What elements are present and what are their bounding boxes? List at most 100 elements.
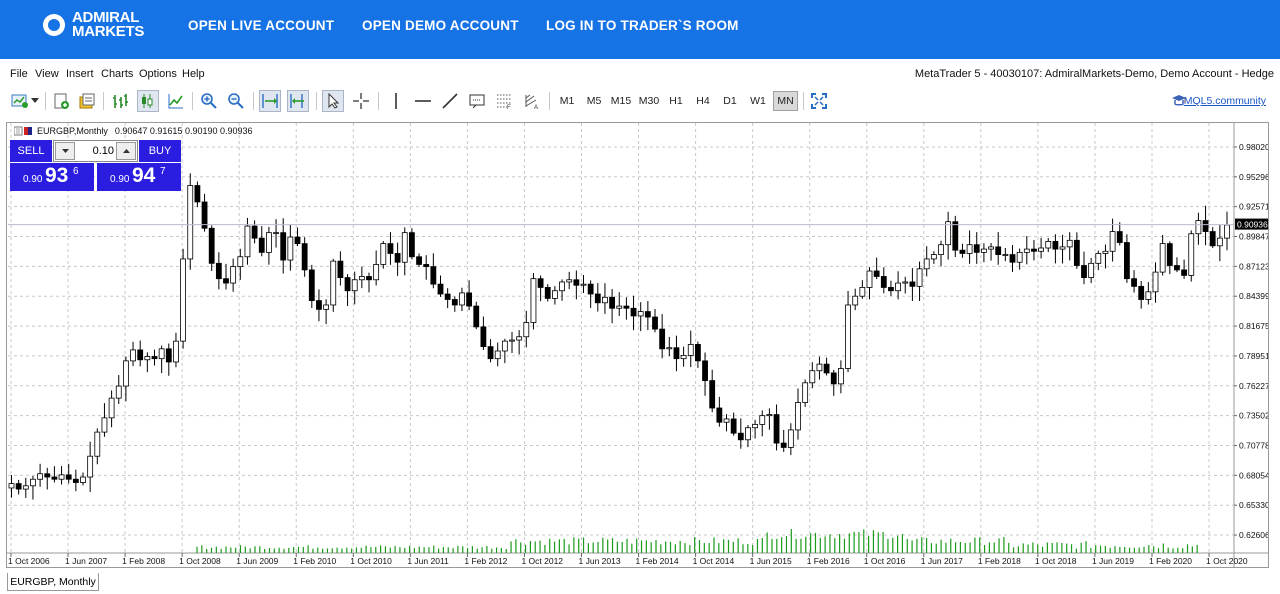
lot-decrease-button[interactable] — [55, 142, 75, 160]
candle — [130, 341, 136, 367]
mql5-community-link[interactable]: MQL5.community — [1184, 95, 1266, 107]
candle — [37, 463, 44, 487]
timeframe-h4[interactable]: H4 — [691, 91, 715, 111]
candle — [65, 463, 72, 484]
candle — [966, 230, 973, 264]
candle — [101, 403, 108, 437]
candle — [587, 280, 594, 309]
candle — [1088, 257, 1095, 283]
lot-increase-button[interactable] — [116, 142, 136, 160]
traders-room-login-link[interactable]: LOG IN TO TRADER`S ROOM — [546, 18, 739, 33]
candle — [265, 226, 272, 265]
timeframe-m30[interactable]: M30 — [636, 91, 662, 111]
candle — [308, 264, 315, 308]
sell-button[interactable]: SELL — [10, 140, 52, 162]
candle — [1224, 211, 1230, 251]
timeframe-m5[interactable]: M5 — [582, 91, 606, 111]
horizontal-line-icon[interactable] — [412, 90, 434, 112]
timeframe-d1[interactable]: D1 — [718, 91, 742, 111]
fullscreen-icon[interactable] — [808, 90, 830, 112]
candle — [501, 338, 508, 364]
candle — [1181, 259, 1187, 279]
vertical-line-icon[interactable] — [385, 90, 407, 112]
time-tick-label: 1 Jun 2011 — [407, 556, 449, 566]
menu-options[interactable]: Options — [139, 68, 177, 80]
lot-size-input[interactable] — [78, 143, 114, 159]
timeframe-m15[interactable]: M15 — [608, 91, 634, 111]
candle — [423, 255, 430, 280]
open-live-account-link[interactable]: OPEN LIVE ACCOUNT — [188, 18, 334, 33]
text-label-icon[interactable] — [466, 90, 488, 112]
new-chart-icon[interactable] — [9, 90, 31, 112]
menu-file[interactable]: File — [10, 68, 28, 80]
candle — [859, 280, 866, 299]
candle — [702, 352, 708, 396]
buy-price-pip: 7 — [160, 166, 166, 177]
timeframe-w1[interactable]: W1 — [746, 91, 770, 111]
candle — [444, 288, 451, 309]
site-banner: ADMIRAL MARKETS OPEN LIVE ACCOUNT OPEN D… — [0, 0, 1280, 59]
candle — [516, 330, 523, 355]
zoom-in-icon[interactable] — [198, 90, 220, 112]
candle — [1045, 238, 1052, 253]
chart-shift-icon[interactable] — [287, 90, 309, 112]
candle — [902, 276, 909, 294]
price-tick-label: 0.92571 — [1239, 202, 1268, 212]
admiral-markets-logo[interactable]: ADMIRAL MARKETS — [42, 10, 162, 43]
candle — [1073, 232, 1080, 269]
bar-chart-icon[interactable] — [109, 90, 131, 112]
fibonacci-icon[interactable]: F — [493, 90, 515, 112]
dropdown-arrow-icon[interactable] — [29, 90, 41, 112]
candle — [30, 475, 36, 500]
buy-button[interactable]: BUY — [139, 140, 181, 162]
sell-price-pip: 6 — [73, 166, 79, 177]
buy-price-display[interactable]: 0.90 94 7 — [97, 163, 181, 191]
candle — [215, 252, 222, 290]
time-tick-label: 1 Jun 2007 — [65, 556, 107, 566]
time-tick-label: 1 Feb 2012 — [464, 556, 507, 566]
autoscroll-icon[interactable] — [259, 90, 281, 112]
new-order-icon[interactable] — [50, 90, 72, 112]
line-chart-icon[interactable] — [165, 90, 187, 112]
candle — [316, 289, 322, 322]
candle — [451, 296, 458, 312]
menu-view[interactable]: View — [35, 68, 59, 80]
market-depth-icon[interactable] — [76, 90, 98, 112]
timeframe-h1[interactable]: H1 — [664, 91, 688, 111]
price-chart[interactable]: 0.98020 0.95296 0.92571 0.89847 0.87123 0.843… — [7, 123, 1268, 567]
candle — [737, 418, 744, 449]
crosshair-icon[interactable] — [350, 90, 372, 112]
candle — [473, 301, 480, 330]
candle — [745, 425, 751, 448]
candle — [358, 266, 365, 289]
candle — [144, 352, 151, 373]
candle — [795, 388, 801, 440]
candle — [759, 410, 766, 437]
candle — [480, 316, 487, 350]
time-tick-label: 1 Oct 2010 — [350, 556, 392, 566]
candle — [223, 263, 229, 290]
candle — [173, 332, 179, 368]
open-demo-account-link[interactable]: OPEN DEMO ACCOUNT — [362, 18, 519, 33]
candle — [602, 283, 608, 314]
chart-tab-eurgbp-monthly[interactable]: EURGBP, Monthly — [7, 573, 99, 591]
sell-price-display[interactable]: 0.90 93 6 — [10, 163, 94, 191]
menu-charts[interactable]: Charts — [101, 68, 133, 80]
timeframe-m1[interactable]: M1 — [555, 91, 579, 111]
candle — [1202, 205, 1209, 246]
candle — [416, 253, 422, 267]
candle — [1081, 251, 1087, 285]
candle — [852, 288, 859, 311]
menu-insert[interactable]: Insert — [66, 68, 94, 80]
price-tick-label: 0.98020 — [1239, 142, 1268, 152]
candlestick-icon[interactable] — [137, 90, 159, 112]
candle — [723, 414, 730, 432]
trendline-icon[interactable] — [439, 90, 461, 112]
chart-window[interactable]: 0.98020 0.95296 0.92571 0.89847 0.87123 0.843… — [6, 122, 1269, 568]
cursor-icon[interactable] — [322, 90, 344, 112]
timeframe-mn[interactable]: MN — [773, 91, 798, 111]
menu-help[interactable]: Help — [182, 68, 205, 80]
candle — [1009, 245, 1016, 272]
zoom-out-icon[interactable] — [225, 90, 247, 112]
objects-icon[interactable]: A — [520, 90, 542, 112]
